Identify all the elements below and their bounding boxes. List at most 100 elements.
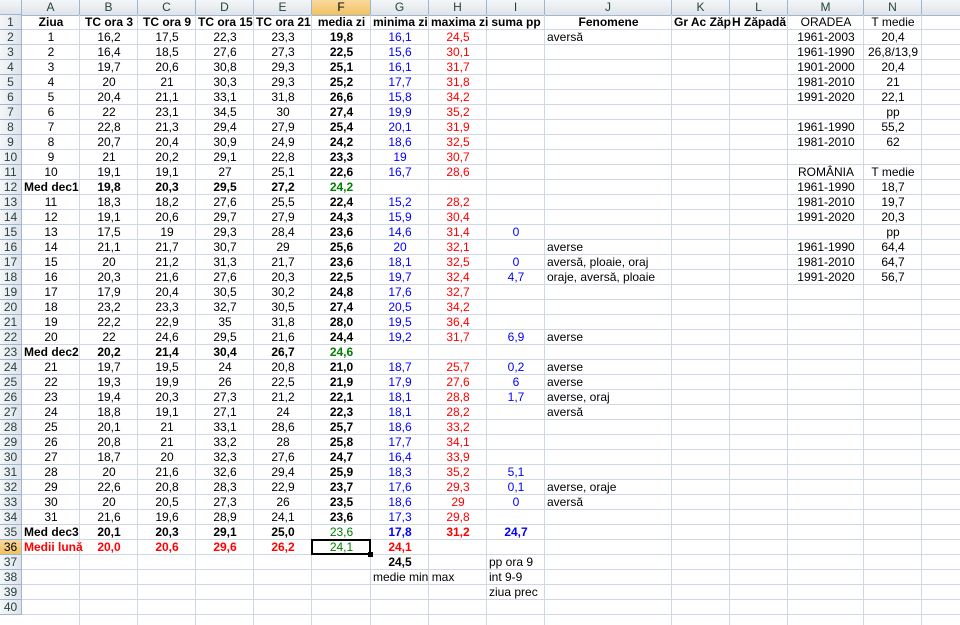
column-header-d[interactable]: D [196, 0, 254, 15]
cell-n2[interactable]: 20,4 [864, 30, 922, 45]
row-header-37[interactable]: 37 [0, 555, 22, 570]
cell-c5[interactable]: 21 [138, 75, 196, 90]
cell-c19[interactable]: 20,4 [138, 285, 196, 300]
cell-h31[interactable]: 35,2 [429, 465, 487, 480]
cell-b10[interactable]: 21 [80, 150, 138, 165]
cell-d31[interactable]: 32,6 [196, 465, 254, 480]
cell-h2[interactable]: 24,5 [429, 30, 487, 45]
cell-j24[interactable]: averse [545, 360, 672, 375]
cell-b11[interactable]: 19,1 [80, 165, 138, 180]
cell-f6[interactable]: 26,6 [312, 90, 371, 105]
cell-f34[interactable]: 23,6 [312, 510, 371, 525]
cell-e32[interactable]: 22,9 [254, 480, 312, 495]
cell-b14[interactable]: 19,1 [80, 210, 138, 225]
cell-g16[interactable]: 20 [371, 240, 429, 255]
cell-a27[interactable]: 24 [22, 405, 80, 420]
cell-d12[interactable]: 29,5 [196, 180, 254, 195]
cell-a1[interactable]: Ziua [22, 15, 80, 30]
cell-c29[interactable]: 21 [138, 435, 196, 450]
cell-b34[interactable]: 21,6 [80, 510, 138, 525]
cell-g5[interactable]: 17,7 [371, 75, 429, 90]
cell-b19[interactable]: 17,9 [80, 285, 138, 300]
row-header-39[interactable]: 39 [0, 585, 22, 600]
cell-d22[interactable]: 29,5 [196, 330, 254, 345]
cell-b9[interactable]: 20,7 [80, 135, 138, 150]
cell-j17[interactable]: aversă, ploaie, oraj [545, 255, 672, 270]
cell-h11[interactable]: 28,6 [429, 165, 487, 180]
cell-n7[interactable]: pp [864, 105, 922, 120]
row-header-25[interactable]: 25 [0, 375, 22, 390]
cell-f10[interactable]: 23,3 [312, 150, 371, 165]
cell-g13[interactable]: 15,2 [371, 195, 429, 210]
column-header-e[interactable]: E [254, 0, 312, 15]
cell-d2[interactable]: 22,3 [196, 30, 254, 45]
cell-h24[interactable]: 25,7 [429, 360, 487, 375]
cell-d28[interactable]: 33,1 [196, 420, 254, 435]
cell-g22[interactable]: 19,2 [371, 330, 429, 345]
cell-n3[interactable]: 26,8/13,9 [864, 45, 922, 60]
row-header-19[interactable]: 19 [0, 285, 22, 300]
cell-m17[interactable]: 1981-2010 [788, 255, 864, 270]
cell-m16[interactable]: 1961-1990 [788, 240, 864, 255]
cell-m18[interactable]: 1991-2020 [788, 270, 864, 285]
cell-a23[interactable]: Med dec2 [22, 345, 80, 360]
row-header-38[interactable]: 38 [0, 570, 22, 585]
cell-e28[interactable]: 28,6 [254, 420, 312, 435]
column-header-a[interactable]: A [22, 0, 80, 15]
cell-a15[interactable]: 13 [22, 225, 80, 240]
cell-b22[interactable]: 22 [80, 330, 138, 345]
cell-h20[interactable]: 34,2 [429, 300, 487, 315]
cell-e12[interactable]: 27,2 [254, 180, 312, 195]
cell-g18[interactable]: 19,7 [371, 270, 429, 285]
cell-h25[interactable]: 27,6 [429, 375, 487, 390]
cell-h8[interactable]: 31,9 [429, 120, 487, 135]
cell-h22[interactable]: 31,7 [429, 330, 487, 345]
row-header-10[interactable]: 10 [0, 150, 22, 165]
row-header-34[interactable]: 34 [0, 510, 22, 525]
cell-b12[interactable]: 19,8 [80, 180, 138, 195]
cell-a6[interactable]: 5 [22, 90, 80, 105]
cell-h27[interactable]: 28,2 [429, 405, 487, 420]
column-header-n[interactable]: N [864, 0, 922, 15]
cell-e14[interactable]: 27,9 [254, 210, 312, 225]
row-header-9[interactable]: 9 [0, 135, 22, 150]
cell-d26[interactable]: 27,3 [196, 390, 254, 405]
cell-c16[interactable]: 21,7 [138, 240, 196, 255]
cell-a33[interactable]: 30 [22, 495, 80, 510]
cell-c9[interactable]: 20,4 [138, 135, 196, 150]
cell-b27[interactable]: 18,8 [80, 405, 138, 420]
cell-f15[interactable]: 23,6 [312, 225, 371, 240]
row-header-12[interactable]: 12 [0, 180, 22, 195]
cell-h21[interactable]: 36,4 [429, 315, 487, 330]
row-header-11[interactable]: 11 [0, 165, 22, 180]
cell-d18[interactable]: 27,6 [196, 270, 254, 285]
cell-e25[interactable]: 22,5 [254, 375, 312, 390]
cell-a3[interactable]: 2 [22, 45, 80, 60]
cell-b29[interactable]: 20,8 [80, 435, 138, 450]
cell-c12[interactable]: 20,3 [138, 180, 196, 195]
cell-d21[interactable]: 35 [196, 315, 254, 330]
cell-f22[interactable]: 24,4 [312, 330, 371, 345]
select-all-corner[interactable] [0, 0, 22, 15]
cell-g11[interactable]: 16,7 [371, 165, 429, 180]
cell-b17[interactable]: 20 [80, 255, 138, 270]
cell-c14[interactable]: 20,6 [138, 210, 196, 225]
cell-c23[interactable]: 21,4 [138, 345, 196, 360]
cell-i38[interactable]: int 9-9 [487, 570, 545, 585]
cell-g37[interactable]: 24,5 [371, 555, 429, 570]
cell-b15[interactable]: 17,5 [80, 225, 138, 240]
cell-m6[interactable]: 1991-2020 [788, 90, 864, 105]
cell-c4[interactable]: 20,6 [138, 60, 196, 75]
cell-c25[interactable]: 19,9 [138, 375, 196, 390]
cell-c1[interactable]: TC ora 9 [138, 15, 196, 30]
cell-g26[interactable]: 18,1 [371, 390, 429, 405]
cell-n15[interactable]: pp [864, 225, 922, 240]
cell-a13[interactable]: 11 [22, 195, 80, 210]
cell-b7[interactable]: 22 [80, 105, 138, 120]
cell-c32[interactable]: 20,8 [138, 480, 196, 495]
cell-j22[interactable]: averse [545, 330, 672, 345]
cell-g35[interactable]: 17,8 [371, 525, 429, 540]
cell-i25[interactable]: 6 [487, 375, 545, 390]
row-header-31[interactable]: 31 [0, 465, 22, 480]
cell-i37[interactable]: pp ora 9 [487, 555, 545, 570]
